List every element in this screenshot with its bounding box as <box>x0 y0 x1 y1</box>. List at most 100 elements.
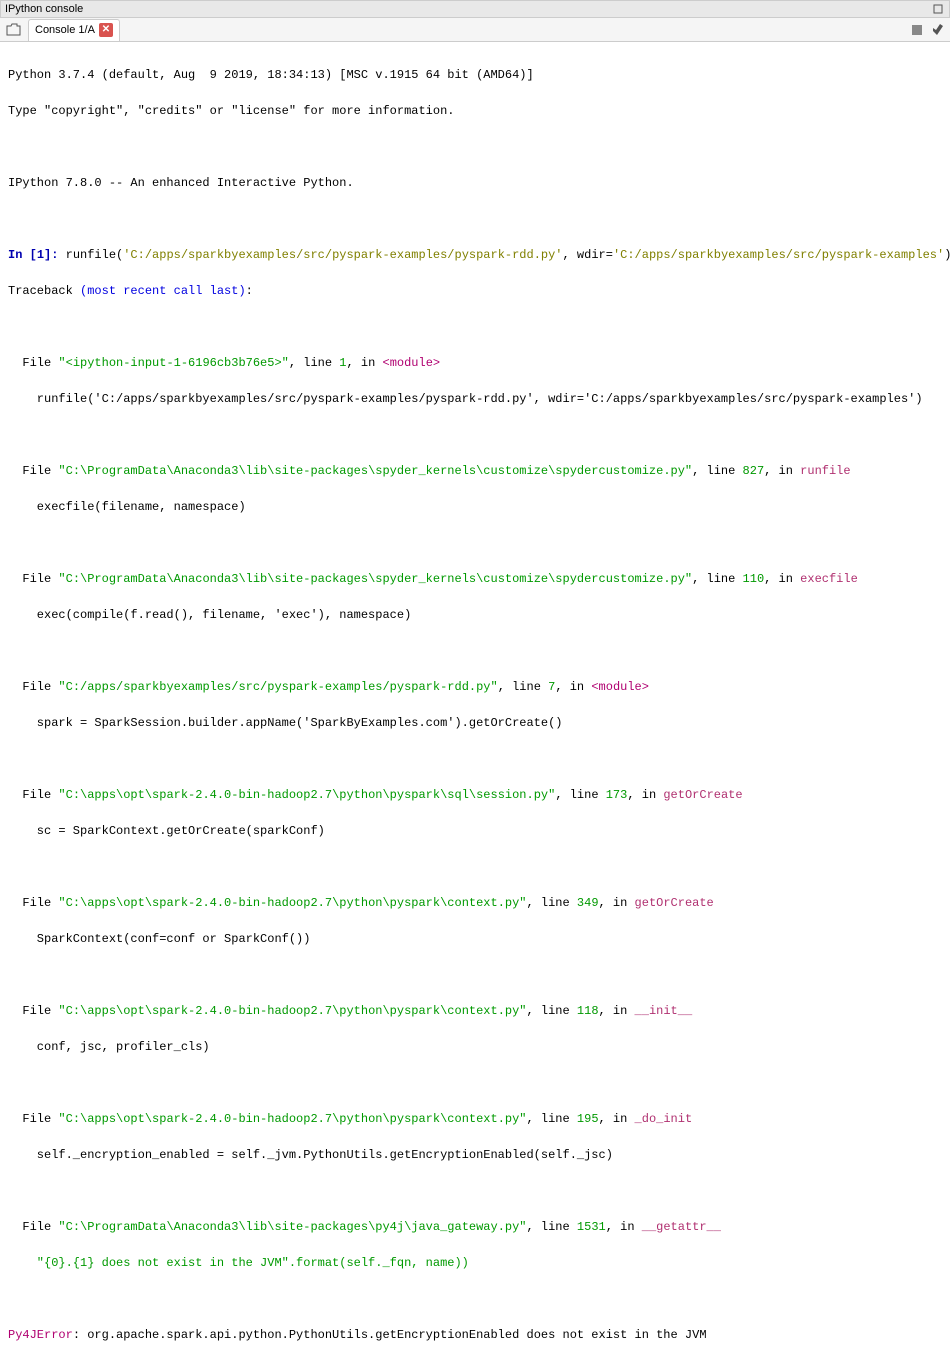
frame-9-file: File "C:\ProgramData\Anaconda3\lib\site-… <box>8 1218 942 1236</box>
blank-line <box>8 858 942 876</box>
runfile-wdir: , wdir= <box>563 248 613 262</box>
in-kw: , in <box>555 680 591 694</box>
tab-label: Console 1/A <box>35 24 95 36</box>
python-version: Python 3.7.4 (default, Aug 9 2019, 18:34… <box>8 66 942 84</box>
blank-line <box>8 318 942 336</box>
line-num: 349 <box>577 896 599 910</box>
in-kw: , in <box>606 1220 642 1234</box>
module-name: <module> <box>591 680 649 694</box>
func-name: runfile <box>800 464 850 478</box>
traceback-label: Traceback <box>8 284 80 298</box>
line-kw: , line <box>498 680 548 694</box>
file-path: "C:\apps\opt\spark-2.4.0-bin-hadoop2.7\p… <box>58 1004 526 1018</box>
frame-3-file: File "C:\ProgramData\Anaconda3\lib\site-… <box>8 570 942 588</box>
file-path: "C:\apps\opt\spark-2.4.0-bin-hadoop2.7\p… <box>58 1112 526 1126</box>
traceback-header: Traceback (most recent call last): <box>8 282 942 300</box>
line-num: 827 <box>743 464 765 478</box>
func-name: _do_init <box>635 1112 693 1126</box>
error-name: Py4JError <box>8 1328 73 1342</box>
file-kw: File <box>8 896 58 910</box>
stop-icon[interactable] <box>908 21 926 39</box>
runfile-path: 'C:/apps/sparkbyexamples/src/pyspark-exa… <box>123 248 562 262</box>
in-kw: , in <box>764 572 800 586</box>
frame-4-file: File "C:/apps/sparkbyexamples/src/pyspar… <box>8 678 942 696</box>
func-name: getOrCreate <box>635 896 714 910</box>
frame-5-body: sc = SparkContext.getOrCreate(sparkConf) <box>8 822 942 840</box>
blank-line <box>8 1362 942 1364</box>
file-path: "C:\ProgramData\Anaconda3\lib\site-packa… <box>58 572 692 586</box>
line-kw: , line <box>527 1112 577 1126</box>
runfile-wdir-path: 'C:/apps/sparkbyexamples/src/pyspark-exa… <box>613 248 944 262</box>
line-kw: , line <box>555 788 605 802</box>
frame-4-body: spark = SparkSession.builder.appName('Sp… <box>8 714 942 732</box>
file-path: "C:\apps\opt\spark-2.4.0-bin-hadoop2.7\p… <box>58 896 526 910</box>
titlebar: IPython console <box>0 0 950 18</box>
file-kw: File <box>8 464 58 478</box>
line-num: 195 <box>577 1112 599 1126</box>
in-kw: , in <box>764 464 800 478</box>
blank-line <box>8 1290 942 1308</box>
prompt-in-label: In [ <box>8 248 37 262</box>
tabbar-left: Console 1/A ✕ <box>4 18 120 41</box>
frame-5-file: File "C:\apps\opt\spark-2.4.0-bin-hadoop… <box>8 786 942 804</box>
traceback-colon: : <box>246 284 253 298</box>
line-num: 1531 <box>577 1220 606 1234</box>
frame-7-body: conf, jsc, profiler_cls) <box>8 1038 942 1056</box>
file-kw: File <box>8 788 58 802</box>
blank-line <box>8 642 942 660</box>
line-num: 118 <box>577 1004 599 1018</box>
tabbar: Console 1/A ✕ <box>0 18 950 42</box>
traceback-paren: (most recent call last) <box>80 284 246 298</box>
maximize-icon[interactable] <box>931 2 945 16</box>
tabbar-right <box>908 21 946 39</box>
blank-line <box>8 750 942 768</box>
file-path: "<ipython-input-1-6196cb3b76e5>" <box>58 356 288 370</box>
blank-line <box>8 210 942 228</box>
line-kw: , line <box>289 356 339 370</box>
error-line: Py4JError: org.apache.spark.api.python.P… <box>8 1326 942 1344</box>
frame-2-body: execfile(filename, namespace) <box>8 498 942 516</box>
line-kw: , line <box>527 1220 577 1234</box>
func-name: __getattr__ <box>642 1220 721 1234</box>
prompt-num: 1 <box>37 248 44 262</box>
frame-3-body: exec(compile(f.read(), filename, 'exec')… <box>8 606 942 624</box>
blank-line <box>8 138 942 156</box>
line-kw: , line <box>692 572 742 586</box>
frame-8-file: File "C:\apps\opt\spark-2.4.0-bin-hadoop… <box>8 1110 942 1128</box>
tab-console-1a[interactable]: Console 1/A ✕ <box>28 19 120 41</box>
file-kw: File <box>8 356 58 370</box>
line-num: 7 <box>548 680 555 694</box>
func-name: __init__ <box>635 1004 693 1018</box>
runfile-close: ) <box>944 248 950 262</box>
open-folder-icon[interactable] <box>4 20 24 40</box>
frame-6-body: SparkContext(conf=conf or SparkConf()) <box>8 930 942 948</box>
prompt-end: ]: <box>44 248 66 262</box>
line-kw: , line <box>527 896 577 910</box>
line-num: 110 <box>743 572 765 586</box>
in-kw: , in <box>599 896 635 910</box>
file-path: "C:\ProgramData\Anaconda3\lib\site-packa… <box>58 1220 526 1234</box>
file-kw: File <box>8 572 58 586</box>
file-kw: File <box>8 1112 58 1126</box>
blank-line <box>8 966 942 984</box>
in-kw: , in <box>599 1112 635 1126</box>
blank-line <box>8 1074 942 1092</box>
console-output[interactable]: Python 3.7.4 (default, Aug 9 2019, 18:34… <box>0 42 950 1364</box>
frame-1-file: File "<ipython-input-1-6196cb3b76e5>", l… <box>8 354 942 372</box>
in-kw: , in <box>346 356 382 370</box>
python-banner: Type "copyright", "credits" or "license"… <box>8 102 942 120</box>
tab-close-icon[interactable]: ✕ <box>99 23 113 37</box>
titlebar-controls <box>931 2 945 16</box>
line-kw: , line <box>692 464 742 478</box>
clear-icon[interactable] <box>928 21 946 39</box>
blank-line <box>8 534 942 552</box>
file-kw: File <box>8 1004 58 1018</box>
frame-1-body: runfile('C:/apps/sparkbyexamples/src/pys… <box>8 390 942 408</box>
func-name: getOrCreate <box>663 788 742 802</box>
line-num: 173 <box>606 788 628 802</box>
file-kw: File <box>8 1220 58 1234</box>
file-kw: File <box>8 680 58 694</box>
blank-line <box>8 1182 942 1200</box>
titlebar-title: IPython console <box>5 3 83 15</box>
error-msg: : org.apache.spark.api.python.PythonUtil… <box>73 1328 707 1342</box>
